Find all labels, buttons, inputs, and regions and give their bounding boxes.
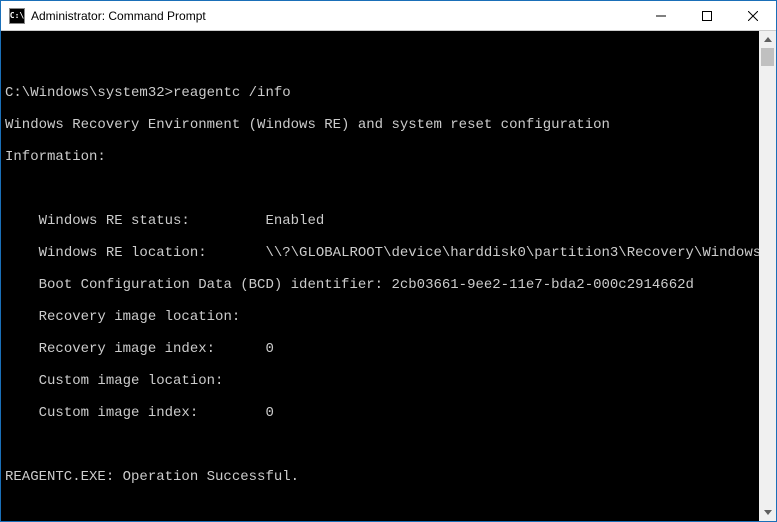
- close-button[interactable]: [730, 1, 776, 30]
- maximize-button[interactable]: [684, 1, 730, 30]
- recovery-image-index-value: 0: [265, 341, 273, 357]
- command-text: reagentc /info: [173, 85, 291, 101]
- re-location-label: Windows RE location:: [39, 245, 266, 261]
- recovery-image-index-label: Recovery image index:: [39, 341, 266, 357]
- window-title: Administrator: Command Prompt: [31, 9, 638, 23]
- prompt-line: C:\Windows\system32>reagentc /info: [5, 85, 759, 101]
- recovery-image-location-label: Recovery image location:: [39, 309, 241, 325]
- row-recovery-image-location: Recovery image location:: [5, 309, 759, 325]
- blank-line: [5, 437, 759, 453]
- row-custom-image-index: Custom image index: 0: [5, 405, 759, 421]
- minimize-button[interactable]: [638, 1, 684, 30]
- custom-image-location-label: Custom image location:: [39, 373, 224, 389]
- row-bcd: Boot Configuration Data (BCD) identifier…: [5, 277, 759, 293]
- content-area: C:\Windows\system32>reagentc /info Windo…: [1, 31, 776, 521]
- re-status-label: Windows RE status:: [39, 213, 266, 229]
- title-bar[interactable]: C:\ Administrator: Command Prompt: [1, 1, 776, 31]
- scroll-down-arrow-icon[interactable]: [759, 504, 776, 521]
- window-controls: [638, 1, 776, 30]
- output-info-label: Information:: [5, 149, 759, 165]
- command-prompt-window: C:\ Administrator: Command Prompt C:\Win…: [0, 0, 777, 522]
- custom-image-index-value: 0: [265, 405, 273, 421]
- blank-line: [5, 181, 759, 197]
- custom-image-index-label: Custom image index:: [39, 405, 266, 421]
- prompt-path: C:\Windows\system32>: [5, 85, 173, 101]
- row-custom-image-location: Custom image location:: [5, 373, 759, 389]
- blank-line: [5, 501, 759, 517]
- bcd-line: Boot Configuration Data (BCD) identifier…: [39, 277, 694, 293]
- re-status-value: Enabled: [265, 213, 324, 229]
- row-recovery-image-index: Recovery image index: 0: [5, 341, 759, 357]
- cmd-icon: C:\: [9, 8, 25, 24]
- vertical-scrollbar[interactable]: [759, 31, 776, 521]
- output-header: Windows Recovery Environment (Windows RE…: [5, 117, 759, 133]
- scrollbar-thumb[interactable]: [761, 48, 774, 66]
- re-location-value: \\?\GLOBALROOT\device\harddisk0\partitio…: [265, 245, 759, 261]
- scroll-up-arrow-icon[interactable]: [759, 31, 776, 48]
- row-re-location: Windows RE location: \\?\GLOBALROOT\devi…: [5, 245, 759, 261]
- result-line: REAGENTC.EXE: Operation Successful.: [5, 469, 759, 485]
- row-re-status: Windows RE status: Enabled: [5, 213, 759, 229]
- blank-line: [5, 53, 759, 69]
- terminal-output[interactable]: C:\Windows\system32>reagentc /info Windo…: [1, 31, 759, 521]
